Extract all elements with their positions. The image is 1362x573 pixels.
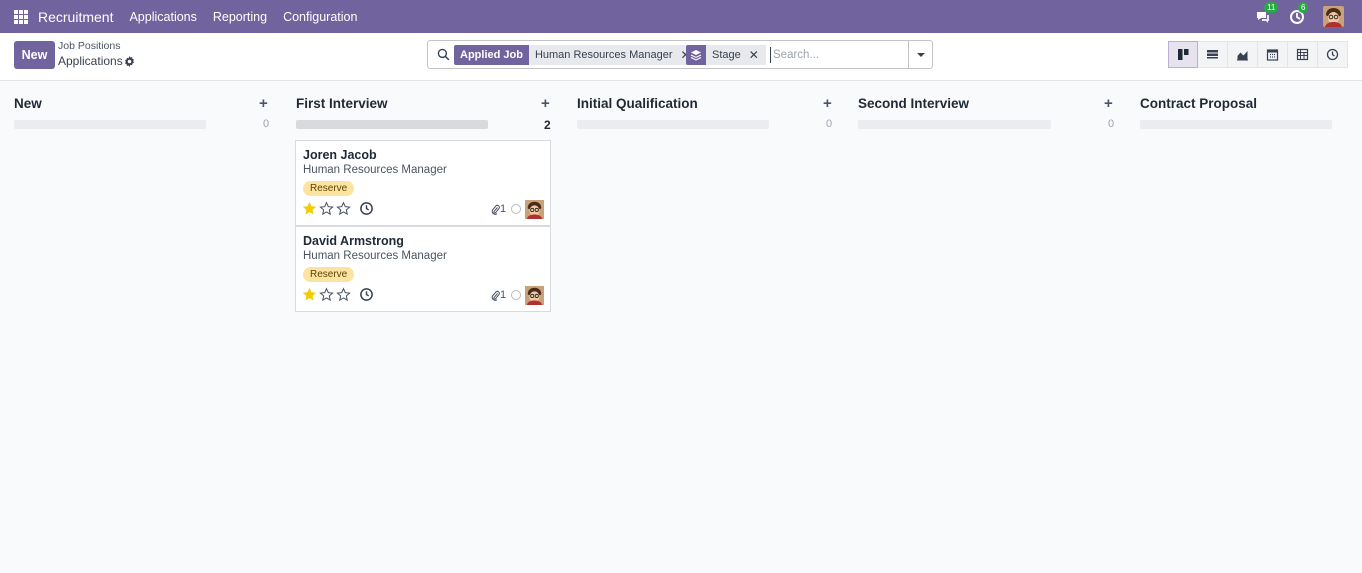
applied-job: Human Resources Manager xyxy=(303,250,447,262)
search-options-toggle[interactable] xyxy=(908,41,932,68)
top-navbar: Recruitment Applications Reporting Confi… xyxy=(0,0,1362,33)
app-name[interactable]: Recruitment xyxy=(38,9,113,25)
priority-stars xyxy=(302,287,353,302)
view-switcher xyxy=(1168,41,1348,68)
column-progress-bar xyxy=(14,120,206,129)
grid-icon[interactable] xyxy=(14,9,28,24)
column-title[interactable]: Initial Qualification xyxy=(577,96,698,111)
star-filled-icon[interactable] xyxy=(302,201,317,216)
kanban-state-dot[interactable] xyxy=(511,204,521,214)
facet-applied-job-label: Applied Job xyxy=(454,45,529,65)
menu-configuration[interactable]: Configuration xyxy=(283,10,357,24)
kanban-column-contract-proposal: Contract Proposal xyxy=(1128,81,1362,573)
messages-icon[interactable]: 11 xyxy=(1255,1,1279,25)
control-panel: New Job Positions Applications Applied J… xyxy=(0,33,1362,81)
attachment-count[interactable]: 1 xyxy=(491,289,506,301)
column-title[interactable]: Contract Proposal xyxy=(1140,96,1257,111)
facet-applied-job: Applied Job Human Resources Manager ✕ xyxy=(454,45,698,65)
search-icon xyxy=(437,48,450,61)
tag-badge: Reserve xyxy=(303,267,355,282)
column-count: 2 xyxy=(544,118,551,132)
activities-icon[interactable]: 6 xyxy=(1289,1,1309,25)
close-icon[interactable]: ✕ xyxy=(746,45,766,65)
tag-badge: Reserve xyxy=(303,181,355,196)
plus-icon[interactable]: + xyxy=(259,95,268,112)
group-by-layers-icon xyxy=(686,45,706,65)
column-progress-bar xyxy=(577,120,769,129)
kanban-card[interactable]: David Armstrong Human Resources Manager … xyxy=(295,226,551,312)
column-progress-bar xyxy=(858,120,1051,129)
list-view-icon[interactable] xyxy=(1198,41,1228,68)
star-empty-icon[interactable] xyxy=(336,201,351,216)
activities-count-badge: 6 xyxy=(1298,1,1309,13)
kanban-state-dot[interactable] xyxy=(511,290,521,300)
activity-view-icon[interactable] xyxy=(1318,41,1348,68)
avatar[interactable] xyxy=(525,286,544,305)
breadcrumb-job-positions[interactable]: Job Positions xyxy=(58,40,120,52)
kanban-column-new: New + 0 xyxy=(0,81,282,573)
star-empty-icon[interactable] xyxy=(336,287,351,302)
column-count: 0 xyxy=(826,118,833,130)
systray: 11 6 xyxy=(1255,0,1362,33)
new-button[interactable]: New xyxy=(14,41,55,69)
column-progress-bar xyxy=(1140,120,1332,129)
column-count: 0 xyxy=(263,118,270,130)
plus-icon[interactable]: + xyxy=(541,95,550,112)
search-input[interactable] xyxy=(770,47,906,63)
applicant-name: David Armstrong xyxy=(303,234,404,248)
gear-icon[interactable] xyxy=(124,56,135,67)
column-title[interactable]: First Interview xyxy=(296,96,388,111)
menu-reporting[interactable]: Reporting xyxy=(213,10,267,24)
search-bar: Applied Job Human Resources Manager ✕ St… xyxy=(427,40,933,69)
pivot-view-icon[interactable] xyxy=(1288,41,1318,68)
star-empty-icon[interactable] xyxy=(319,201,334,216)
applied-job: Human Resources Manager xyxy=(303,164,447,176)
kanban-column-second-interview: Second Interview + 0 xyxy=(846,81,1128,573)
menu-applications[interactable]: Applications xyxy=(129,10,196,24)
kanban-view-icon[interactable] xyxy=(1168,41,1198,68)
plus-icon[interactable]: + xyxy=(823,95,832,112)
paperclip-icon xyxy=(491,290,500,301)
user-avatar[interactable] xyxy=(1323,6,1344,27)
graph-view-icon[interactable] xyxy=(1228,41,1258,68)
kanban-column-first-interview: First Interview + 2 Joren Jacob Human Re… xyxy=(282,81,564,573)
attachment-count-value: 1 xyxy=(500,289,507,301)
avatar[interactable] xyxy=(525,200,544,219)
caret-down-icon xyxy=(916,52,925,57)
activity-clock-icon[interactable] xyxy=(359,201,374,216)
attachment-count[interactable]: 1 xyxy=(491,203,506,215)
column-title[interactable]: New xyxy=(14,96,42,111)
facet-stage: Stage ✕ xyxy=(686,45,766,65)
activity-clock-icon[interactable] xyxy=(359,287,374,302)
column-count: 0 xyxy=(1108,118,1115,130)
facet-applied-job-value: Human Resources Manager xyxy=(528,45,679,65)
star-filled-icon[interactable] xyxy=(302,287,317,302)
page-title: Applications xyxy=(58,54,123,68)
column-progress-bar[interactable] xyxy=(296,120,488,129)
messages-count-badge: 11 xyxy=(1264,1,1279,13)
plus-icon[interactable]: + xyxy=(1104,95,1113,112)
applicant-name: Joren Jacob xyxy=(303,148,377,162)
priority-stars xyxy=(302,201,353,216)
calendar-view-icon[interactable] xyxy=(1258,41,1288,68)
star-empty-icon[interactable] xyxy=(319,287,334,302)
kanban-card[interactable]: Joren Jacob Human Resources Manager Rese… xyxy=(295,140,551,226)
paperclip-icon xyxy=(491,204,500,215)
column-title[interactable]: Second Interview xyxy=(858,96,969,111)
attachment-count-value: 1 xyxy=(500,203,507,215)
kanban-column-initial-qualification: Initial Qualification + 0 xyxy=(564,81,846,573)
facet-stage-value: Stage xyxy=(706,45,747,65)
